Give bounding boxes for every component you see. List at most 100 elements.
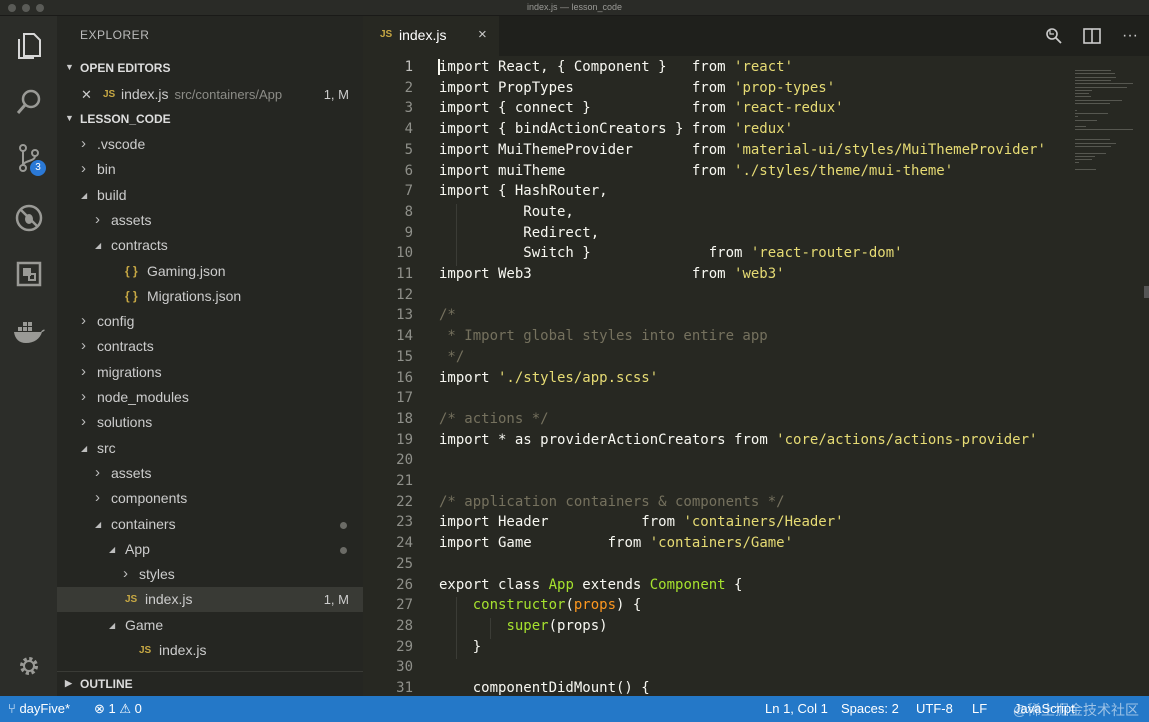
code-token: import xyxy=(439,59,490,75)
code-line[interactable]: Route, xyxy=(439,204,574,220)
tree-item[interactable]: › assets xyxy=(57,461,363,486)
line-number: 5 xyxy=(404,141,413,158)
tree-item[interactable]: { } Migrations.json xyxy=(57,284,363,309)
code-line[interactable]: import Web3 from 'web3' xyxy=(439,266,785,282)
tree-item[interactable]: › contracts xyxy=(57,334,363,359)
code-token: 'material-ui/styles/MuiThemeProvider' xyxy=(725,141,1046,158)
code-line[interactable]: import PropTypes from 'prop-types' xyxy=(439,80,835,96)
tree-item[interactable]: ◢ App xyxy=(57,537,363,562)
line-number: 28 xyxy=(396,617,413,634)
code-line[interactable]: import { bindActionCreators } from 'redu… xyxy=(439,121,793,137)
tree-item[interactable]: ◢ contracts xyxy=(57,233,363,258)
tree-item[interactable]: { } Gaming.json xyxy=(57,259,363,284)
tree-item[interactable]: › .vscode xyxy=(57,132,363,157)
tree-item[interactable]: › bin xyxy=(57,157,363,182)
tree-item[interactable]: › node_modules xyxy=(57,385,363,410)
minimap-line xyxy=(1075,99,1122,101)
line-number: 3 xyxy=(404,100,413,117)
code-line[interactable]: import { HashRouter, xyxy=(439,183,608,199)
tree-item[interactable]: ◢ build xyxy=(57,183,363,208)
tree-item-label: contracts xyxy=(111,237,168,254)
code-line[interactable]: /* actions */ xyxy=(439,411,549,427)
tree-item[interactable]: JS index.js 1, M xyxy=(57,587,363,613)
code-token: from xyxy=(691,266,726,282)
code-line[interactable]: super(props) xyxy=(439,618,607,634)
tree-item[interactable]: ◢ containers xyxy=(57,512,363,537)
code-line[interactable]: componentDidMount() { xyxy=(439,680,650,696)
code-line[interactable]: import * as providerActionCreators from … xyxy=(439,432,1037,448)
tree-item[interactable]: JS index.js xyxy=(57,638,363,663)
json-file-icon: { } xyxy=(125,288,138,303)
code-token: ( xyxy=(565,597,574,614)
cursor-position[interactable]: Ln 1, Col 1 xyxy=(765,701,828,716)
code-line[interactable]: import './styles/app.scss' xyxy=(439,370,658,386)
source-control-icon[interactable]: 3 xyxy=(0,136,57,180)
code-token: 'react-redux' xyxy=(725,100,844,117)
indentation[interactable]: Spaces: 2 xyxy=(841,701,899,716)
line-number: 4 xyxy=(404,121,413,138)
tree-item[interactable]: › solutions xyxy=(57,410,363,435)
code-line[interactable]: import MuiThemeProvider from 'material-u… xyxy=(439,142,1046,158)
code-line[interactable]: /* application containers & components *… xyxy=(439,494,785,510)
debug-icon[interactable] xyxy=(0,196,57,240)
split-editor-icon[interactable] xyxy=(1082,26,1102,46)
more-actions-icon[interactable]: ··· xyxy=(1120,26,1140,46)
problems-item[interactable]: ⊗ 1 ⚠ 0 xyxy=(94,701,142,717)
code-line[interactable]: } xyxy=(439,639,481,655)
close-icon[interactable]: ✕ xyxy=(81,82,92,107)
tree-item-label: node_modules xyxy=(97,389,189,405)
code-line[interactable]: constructor(props) { xyxy=(439,597,642,614)
open-editors-section[interactable]: ▼ OPEN EDITORS xyxy=(57,56,363,80)
code-line[interactable]: Redirect, xyxy=(439,225,599,241)
tree-item[interactable]: › migrations xyxy=(57,360,363,385)
minimap-line xyxy=(1075,145,1111,147)
tree-item[interactable]: › assets xyxy=(57,208,363,233)
open-editor-item[interactable]: ✕ JS index.js src/containers/App 1, M xyxy=(57,82,363,107)
code-line[interactable]: Switch } from 'react-router-dom' xyxy=(439,245,902,261)
code-line[interactable]: import muiTheme from './styles/theme/mui… xyxy=(439,163,953,179)
tree-item-label: migrations xyxy=(97,363,162,380)
line-number: 9 xyxy=(404,224,413,241)
minimap-line xyxy=(1075,86,1127,88)
search-icon[interactable] xyxy=(0,80,57,124)
settings-gear-icon[interactable] xyxy=(0,644,57,688)
minimap[interactable] xyxy=(1067,56,1137,186)
tree-item[interactable]: › config xyxy=(57,309,363,334)
outline-section[interactable]: ▶ OUTLINE xyxy=(57,671,363,695)
vertical-scrollbar[interactable] xyxy=(1144,286,1149,298)
code-token: */ xyxy=(439,348,465,365)
code-line[interactable]: /* xyxy=(439,307,456,323)
code-line[interactable]: import { connect } from 'react-redux' xyxy=(439,100,844,116)
code-line[interactable]: import Header from 'containers/Header' xyxy=(439,514,844,530)
tree-item[interactable]: › components xyxy=(57,486,363,511)
close-tab-icon[interactable]: × xyxy=(478,26,487,43)
code-line[interactable]: * Import global styles into entire app xyxy=(439,328,767,344)
open-changes-icon[interactable] xyxy=(1044,26,1064,46)
code-token: export xyxy=(439,576,490,593)
branch-item[interactable]: ⑂ dayFive* xyxy=(8,701,70,716)
code-token: 'react' xyxy=(725,59,794,75)
tree-item[interactable]: ◢ Game xyxy=(57,613,363,638)
line-number: 6 xyxy=(404,162,413,179)
chevron-down-icon: ◢ xyxy=(109,544,116,554)
encoding[interactable]: UTF-8 xyxy=(916,701,953,716)
warning-icon: ⚠ xyxy=(119,701,132,716)
code-line[interactable]: */ xyxy=(439,349,464,365)
project-section[interactable]: ▼ LESSON_CODE xyxy=(57,107,363,131)
tree-item[interactable]: ◢ src xyxy=(57,436,363,461)
open-editor-name: index.js xyxy=(121,86,169,102)
minimap-line xyxy=(1075,159,1092,161)
chevron-down-icon: ◢ xyxy=(109,620,116,630)
docker-icon[interactable] xyxy=(0,310,57,354)
code-line[interactable]: import Game from 'containers/Game' xyxy=(439,535,793,551)
minimap-line xyxy=(1075,73,1115,75)
extensions-icon[interactable] xyxy=(0,252,57,296)
tree-item[interactable]: › styles xyxy=(57,562,363,587)
tab-index-js[interactable]: JS index.js × xyxy=(363,16,499,56)
code-line[interactable]: export class App extends Component { xyxy=(439,577,742,593)
code-token: 'core/actions/actions-provider' xyxy=(767,431,1038,448)
end-of-line[interactable]: LF xyxy=(972,701,987,716)
code-line[interactable]: import React, { Component } from 'react' xyxy=(439,59,793,75)
window-titlebar: index.js — lesson_code xyxy=(0,0,1149,16)
files-icon[interactable] xyxy=(0,24,57,68)
